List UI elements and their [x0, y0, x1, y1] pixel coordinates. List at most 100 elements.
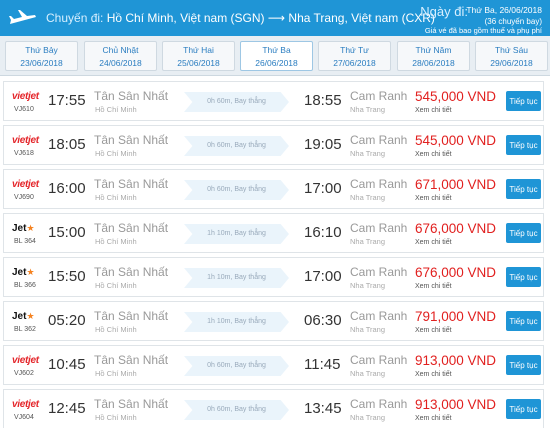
flight-price: 545,000 VND — [415, 89, 497, 104]
departure-airport: Tân Sân Nhất — [94, 221, 169, 235]
duration-arrow: 1h 10m, Bay thẳng — [184, 312, 289, 332]
departure-time: 17:55 — [48, 92, 86, 109]
route-text: Hồ Chí Minh, Việt nam (SGN) ⟶ Nha Trang,… — [106, 11, 435, 25]
jetstar-logo: Jet★ — [12, 223, 35, 234]
continue-button[interactable]: Tiếp tục — [506, 135, 541, 155]
flight-number: BL 362 — [14, 326, 36, 333]
continue-button[interactable]: Tiếp tục — [506, 91, 541, 111]
flight-row: Jet★ BL 364 15:00 Tân Sân Nhất Hồ Chí Minh 1h… — [3, 213, 544, 253]
flight-price: 545,000 VND — [415, 133, 497, 148]
arrival-airport: Cam Ranh — [350, 353, 408, 367]
flight-price: 671,000 VND — [415, 177, 497, 192]
tab-date: 24/06/2018 — [99, 58, 142, 68]
flight-price: 913,000 VND — [415, 353, 497, 368]
continue-button[interactable]: Tiếp tục — [506, 399, 541, 419]
date-tab[interactable]: Thứ Sáu 29/06/2018 — [475, 41, 548, 71]
tab-day: Thứ Sáu — [494, 45, 529, 55]
tab-date: 23/06/2018 — [20, 58, 63, 68]
flight-row: vietjet VJ610 17:55 Tân Sân Nhất Hồ Chí Minh… — [3, 81, 544, 121]
flight-number: VJ610 — [14, 106, 34, 113]
departure-airport: Tân Sân Nhất — [94, 353, 169, 367]
arrival-time: 06:30 — [304, 312, 342, 329]
route-header: Chuyến đi: Hồ Chí Minh, Việt nam (SGN) ⟶… — [0, 0, 550, 36]
arrival-city: Nha Trang — [350, 369, 386, 378]
arrival-city: Nha Trang — [350, 281, 386, 290]
departure-city: Hồ Chí Minh — [95, 281, 137, 290]
date-tab[interactable]: Thứ Tư 27/06/2018 — [318, 41, 391, 71]
vietjet-logo: vietjet — [12, 91, 39, 102]
departure-airport: Tân Sân Nhất — [94, 309, 169, 323]
flight-number: BL 366 — [14, 282, 36, 289]
flight-row: Jet★ BL 366 15:50 Tân Sân Nhất Hồ Chí Minh 1h… — [3, 257, 544, 297]
departure-city: Hồ Chí Minh — [95, 193, 137, 202]
departure-city: Hồ Chí Minh — [95, 369, 137, 378]
arrival-time: 16:10 — [304, 224, 342, 241]
star-icon: ★ — [26, 267, 35, 277]
view-details-link[interactable]: Xem chi tiết — [415, 415, 452, 422]
departure-city: Hồ Chí Minh — [95, 149, 137, 158]
arrival-city: Nha Trang — [350, 413, 386, 422]
arrival-city: Nha Trang — [350, 237, 386, 246]
jetstar-logo: Jet★ — [12, 267, 35, 278]
view-details-link[interactable]: Xem chi tiết — [415, 371, 452, 378]
flight-number: VJ604 — [14, 414, 34, 421]
arrival-time: 13:45 — [304, 400, 342, 417]
vietjet-logo: vietjet — [12, 399, 39, 410]
date-tabs: Thứ Bảy 23/06/2018 Chủ Nhật 24/06/2018 Thứ H… — [0, 36, 550, 76]
departure-city: Hồ Chí Minh — [95, 325, 137, 334]
duration-arrow: 0h 60m, Bay thẳng — [184, 356, 289, 376]
arrival-airport: Cam Ranh — [350, 133, 408, 147]
tab-date: 27/06/2018 — [333, 58, 376, 68]
view-details-link[interactable]: Xem chi tiết — [415, 327, 452, 334]
vietjet-logo: vietjet — [12, 355, 39, 366]
view-details-link[interactable]: Xem chi tiết — [415, 239, 452, 246]
continue-button[interactable]: Tiếp tục — [506, 267, 541, 287]
date-tab[interactable]: Chủ Nhật 24/06/2018 — [84, 41, 157, 71]
view-details-link[interactable]: Xem chi tiết — [415, 283, 452, 290]
flight-row: Jet★ BL 362 05:20 Tân Sân Nhất Hồ Chí Minh 1h… — [3, 301, 544, 341]
date-tab[interactable]: Thứ Năm 28/06/2018 — [397, 41, 470, 71]
departure-city: Hồ Chí Minh — [95, 105, 137, 114]
vietjet-logo: vietjet — [12, 135, 39, 146]
departure-time: 05:20 — [48, 312, 86, 329]
arrival-time: 19:05 — [304, 136, 342, 153]
arrival-city: Nha Trang — [350, 325, 386, 334]
tab-day: Thứ Năm — [415, 45, 452, 55]
plane-icon — [9, 10, 36, 24]
departure-time: 18:05 — [48, 136, 86, 153]
continue-button[interactable]: Tiếp tục — [506, 179, 541, 199]
tab-date: 25/06/2018 — [177, 58, 220, 68]
continue-button[interactable]: Tiếp tục — [506, 223, 541, 243]
arrival-airport: Cam Ranh — [350, 177, 408, 191]
departure-airport: Tân Sân Nhất — [94, 89, 169, 103]
tab-day: Thứ Hai — [183, 45, 214, 55]
star-icon: ★ — [26, 223, 35, 233]
arrival-airport: Cam Ranh — [350, 89, 408, 103]
arrival-city: Nha Trang — [350, 105, 386, 114]
view-details-link[interactable]: Xem chi tiết — [415, 151, 452, 158]
tab-day: Chủ Nhật — [102, 45, 139, 55]
arrival-airport: Cam Ranh — [350, 309, 408, 323]
continue-button[interactable]: Tiếp tục — [506, 355, 541, 375]
flight-price: 791,000 VND — [415, 309, 497, 324]
arrival-airport: Cam Ranh — [350, 397, 408, 411]
vietjet-logo: vietjet — [12, 179, 39, 190]
flight-row: vietjet VJ602 10:45 Tân Sân Nhất Hồ Chí Minh… — [3, 345, 544, 385]
arrival-city: Nha Trang — [350, 149, 386, 158]
arrival-city: Nha Trang — [350, 193, 386, 202]
view-details-link[interactable]: Xem chi tiết — [415, 195, 452, 202]
flight-count: (36 chuyến bay) — [484, 17, 542, 26]
departure-time: 16:00 — [48, 180, 86, 197]
continue-button[interactable]: Tiếp tục — [506, 311, 541, 331]
flight-row: vietjet VJ690 16:00 Tân Sân Nhất Hồ Chí Minh… — [3, 169, 544, 209]
duration-arrow: 1h 10m, Bay thẳng — [184, 268, 289, 288]
date-label: Ngày đi: — [420, 4, 468, 19]
route-label: Chuyến đi: — [46, 11, 104, 25]
flight-number: BL 364 — [14, 238, 36, 245]
date-tab[interactable]: Thứ Hai 25/06/2018 — [162, 41, 235, 71]
tab-date: 29/06/2018 — [490, 58, 533, 68]
date-tab[interactable]: Thứ Ba 26/06/2018 — [240, 41, 313, 71]
arrival-time: 17:00 — [304, 268, 342, 285]
view-details-link[interactable]: Xem chi tiết — [415, 107, 452, 114]
date-tab[interactable]: Thứ Bảy 23/06/2018 — [5, 41, 78, 71]
